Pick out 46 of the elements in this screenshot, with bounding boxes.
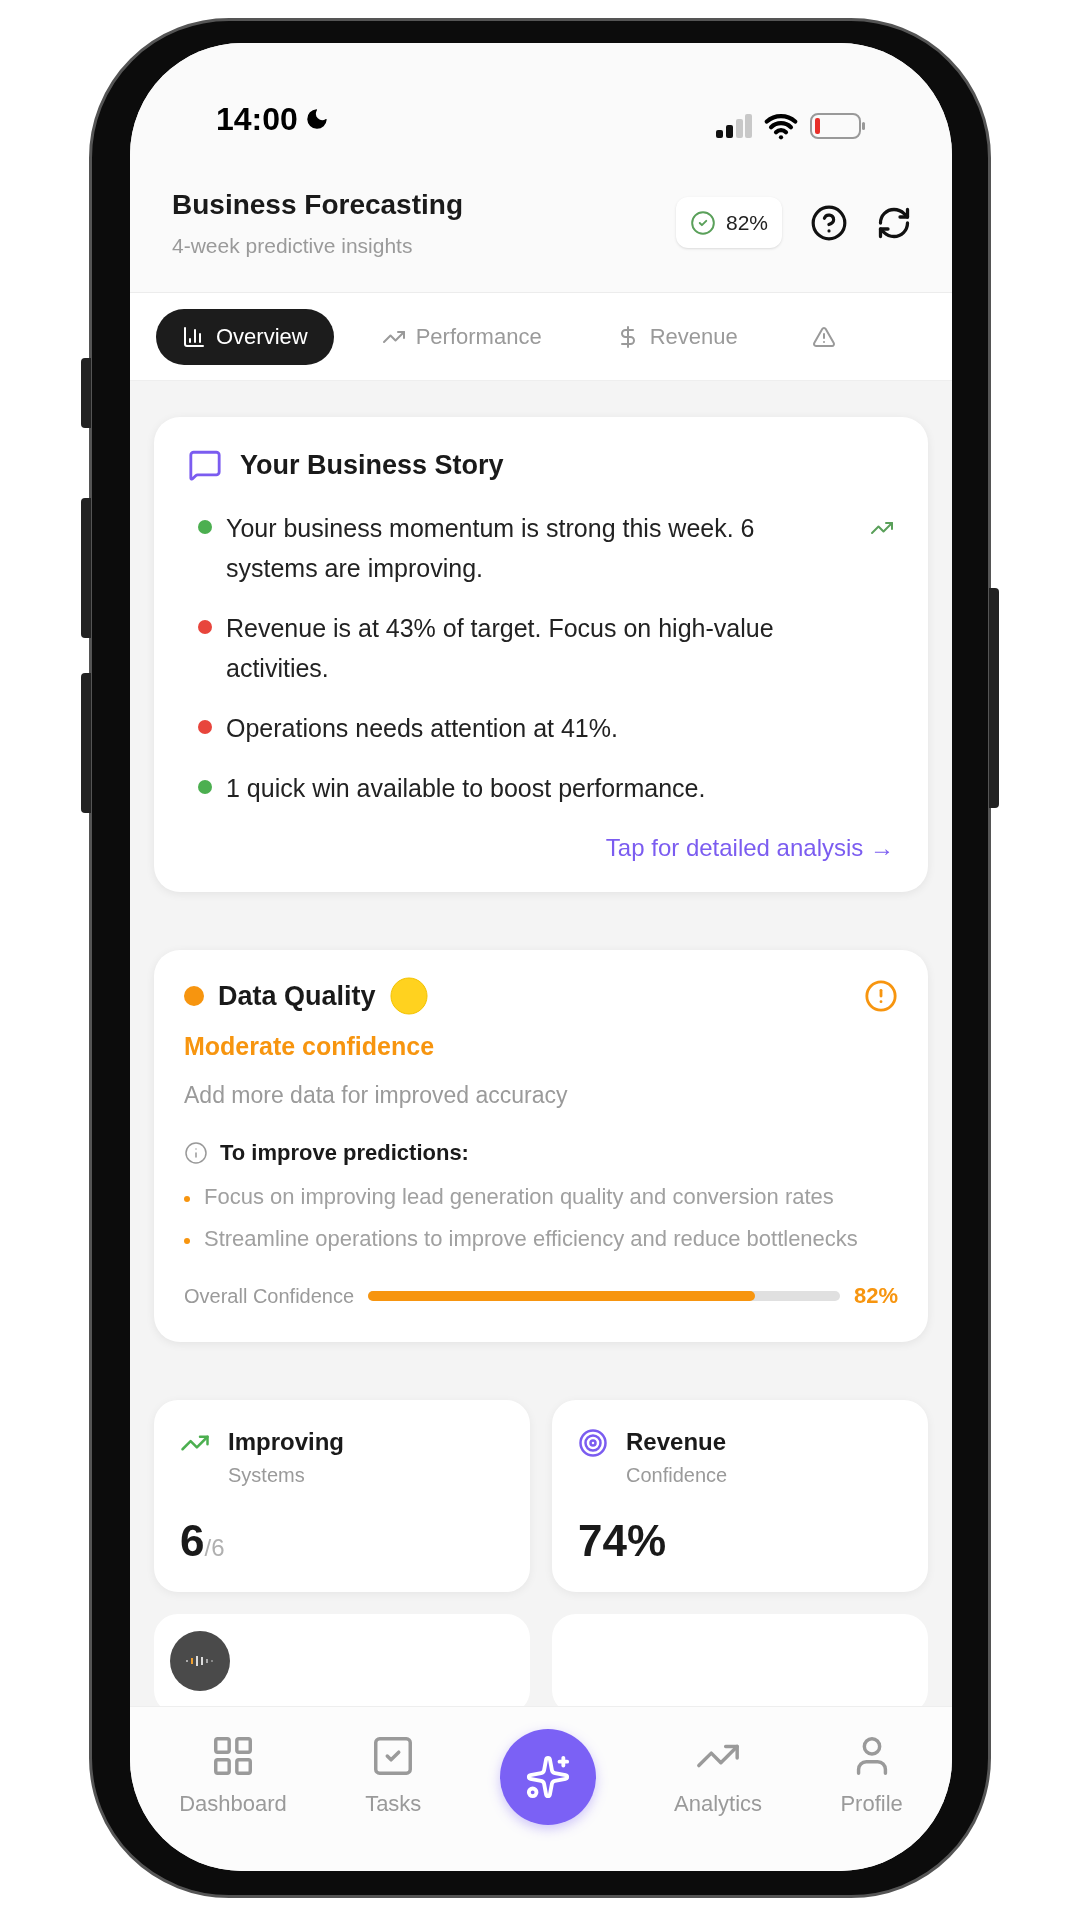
nav-item[interactable]: Tasks xyxy=(365,1729,422,1820)
progress-value: 82% xyxy=(853,1282,898,1310)
card-title: Your Business Story xyxy=(240,449,504,482)
warning-icon xyxy=(811,324,836,349)
tab[interactable]: Performance xyxy=(355,308,568,365)
nav-item[interactable]: Dashboard xyxy=(179,1729,287,1820)
story-text: Operations needs attention at 41%. xyxy=(226,712,619,744)
tab[interactable]: Revenue xyxy=(589,308,764,365)
story-text: Revenue is at 43% of target. Focus on high-value activities. xyxy=(226,612,775,684)
stat-subtitle: Systems xyxy=(228,1463,306,1488)
nav-item[interactable]: Profile xyxy=(840,1729,903,1820)
tip-text: Focus on improving lead generation quality and conversion rates xyxy=(204,1183,835,1211)
hint-text: Add more data for improved accuracy xyxy=(184,1080,569,1110)
chat-icon xyxy=(188,448,222,483)
confidence-label: Moderate confidence xyxy=(184,1031,436,1062)
stat-value: 74% xyxy=(578,1515,667,1567)
section-heading: To improve predictions: xyxy=(220,1139,469,1167)
tip-text: Streamline operations to improve efficiency and reduce bottlenecks xyxy=(204,1225,859,1253)
signal-icon xyxy=(716,114,752,138)
stat-title: Improving xyxy=(228,1427,344,1457)
check-circle-icon xyxy=(689,209,716,236)
confidence-value: 82% xyxy=(725,209,768,236)
stat-total: /6 xyxy=(204,1534,225,1563)
bar-chart-icon xyxy=(182,324,206,349)
stat-title: Revenue xyxy=(626,1427,728,1457)
stat-value: 6 xyxy=(180,1515,205,1567)
detailed-analysis-link[interactable]: Tap for detailed analysis → xyxy=(605,829,894,866)
story-text: Your business momentum is strong this week. 6 systems are improving. xyxy=(226,512,756,584)
page-subtitle: 4-week predictive insights xyxy=(172,232,414,259)
alert-icon xyxy=(864,978,898,1013)
story-text: 1 quick win available to boost performance. xyxy=(226,772,707,804)
tab[interactable]: Overview xyxy=(156,308,334,365)
emoji-circle-icon xyxy=(389,976,428,1015)
battery-icon xyxy=(810,113,866,139)
help-icon[interactable] xyxy=(810,203,848,242)
progress-label: Overall Confidence xyxy=(184,1283,355,1309)
stat-subtitle: Confidence xyxy=(626,1463,728,1488)
sound-bars-icon xyxy=(186,1655,214,1667)
nav-item[interactable]: Analytics xyxy=(674,1729,763,1820)
status-time: 14:00 xyxy=(216,100,298,139)
ai-action-button[interactable] xyxy=(499,1729,596,1825)
page-title: Business Forecasting xyxy=(172,187,463,222)
sparkle-icon xyxy=(524,1754,571,1800)
card-title: Data Quality xyxy=(218,979,376,1013)
info-icon xyxy=(184,1140,208,1165)
target-icon xyxy=(578,1428,608,1458)
